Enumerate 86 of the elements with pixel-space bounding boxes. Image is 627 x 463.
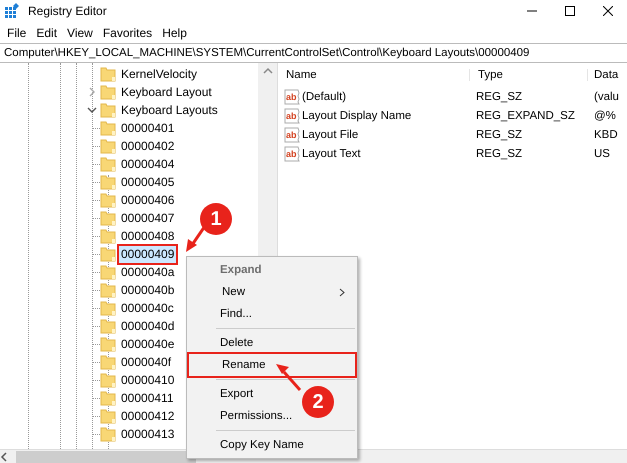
tree-item[interactable]: 00000406 [119,192,176,208]
folder-icon [100,354,116,370]
folder-icon [100,246,116,262]
tree-item[interactable]: 00000410 [119,372,176,388]
chevron-down-icon[interactable] [87,105,97,115]
menu-item[interactable]: Edit [31,26,62,40]
close-icon[interactable] [603,6,613,16]
string-value-icon: ab [284,126,300,142]
column-header[interactable]: Name [278,69,470,81]
step-number-badge: 1 [200,203,232,235]
tree-item[interactable]: Keyboard Layouts [119,102,220,118]
chevron-right-icon[interactable] [87,87,97,97]
tree-item[interactable]: 00000412 [119,408,176,424]
tree-item[interactable]: 00000404 [119,156,176,172]
folder-icon [100,408,116,424]
tree-item[interactable]: 0000040d [119,318,176,334]
folder-icon [100,426,116,442]
folder-icon [100,192,116,208]
annotation-arrow [186,225,206,252]
tree-item[interactable]: 00000408 [119,228,176,244]
context-menu-item[interactable]: Permissions... [220,405,302,427]
folder-icon [100,390,116,406]
menu-item[interactable]: File [2,26,32,40]
value-name: (Default) [302,90,346,102]
folder-icon [100,66,116,82]
folder-icon [100,300,116,316]
folder-icon [100,210,116,226]
folder-icon [100,264,116,280]
value-data: US [593,148,611,160]
tree-item[interactable]: 00000402 [119,138,176,154]
column-header[interactable]: Type [470,69,588,81]
tree-item[interactable]: 0000040e [119,336,176,352]
menu-item[interactable]: View [62,26,98,40]
tree-item[interactable]: 0000040c [119,300,176,316]
tree-item[interactable]: Keyboard Layout [119,84,214,100]
value-name: Layout Display Name [302,110,412,122]
tree-item[interactable]: 00000411 [119,390,176,406]
string-value-icon: ab [284,108,300,124]
value-type: REG_EXPAND_SZ [475,110,576,122]
tree-item[interactable]: 0000040b [119,282,176,298]
folder-icon [100,318,116,334]
folder-icon [100,336,116,352]
annotation-arrow [276,364,302,391]
context-menu-item[interactable]: Copy Key Name [220,434,314,456]
tree-item[interactable]: 00000409 [119,246,176,262]
folder-icon [100,102,116,118]
tree-item[interactable]: KernelVelocity [119,66,200,82]
folder-icon [100,282,116,298]
folder-icon [100,138,116,154]
address-field[interactable]: Computer\HKEY_LOCAL_MACHINE\SYSTEM\CurrentControlSet\Control\Keyboard Layouts\00000409 [4,47,530,59]
folder-icon [100,174,116,190]
folder-icon [100,84,116,100]
tree-item[interactable]: 00000401 [119,120,176,136]
value-type: REG_SZ [475,128,524,140]
value-type: REG_SZ [475,90,524,102]
menu-item[interactable]: Favorites [98,26,158,40]
scrollbar-thumb[interactable] [16,451,196,463]
string-value-icon: ab [284,88,300,104]
context-menu-item[interactable]: Export [220,383,264,405]
maximize-icon[interactable] [565,6,575,16]
context-menu-item[interactable]: New [189,281,355,303]
menu-item[interactable]: Help [157,26,192,40]
registry-app-icon [4,3,20,19]
value-type: REG_SZ [475,148,524,160]
tree-item[interactable]: 00000405 [119,174,176,190]
value-name: Layout Text [302,148,361,160]
context-menu-item[interactable]: Delete [220,332,264,354]
tree-item[interactable]: 0000040a [119,264,176,280]
window-title: Registry Editor [28,4,107,18]
tree-item[interactable]: 0000040f [119,354,174,370]
folder-icon [100,156,116,172]
context-menu-item[interactable]: Rename [189,354,355,376]
folder-icon [100,120,116,136]
string-value-icon: ab [284,146,300,162]
value-name: Layout File [302,128,358,140]
tree-item[interactable]: 00000413 [119,426,176,442]
value-data: (valu [593,90,620,102]
value-data: KBD [593,128,619,140]
folder-icon [100,228,116,244]
context-menu-item[interactable]: Find... [220,303,262,325]
value-data: @% [593,110,617,122]
scroll-up-icon[interactable] [262,67,272,75]
scroll-left-icon[interactable] [0,452,8,462]
column-header[interactable]: Data [588,69,627,81]
tree-item[interactable]: 00000407 [119,210,176,226]
folder-icon [100,372,116,388]
